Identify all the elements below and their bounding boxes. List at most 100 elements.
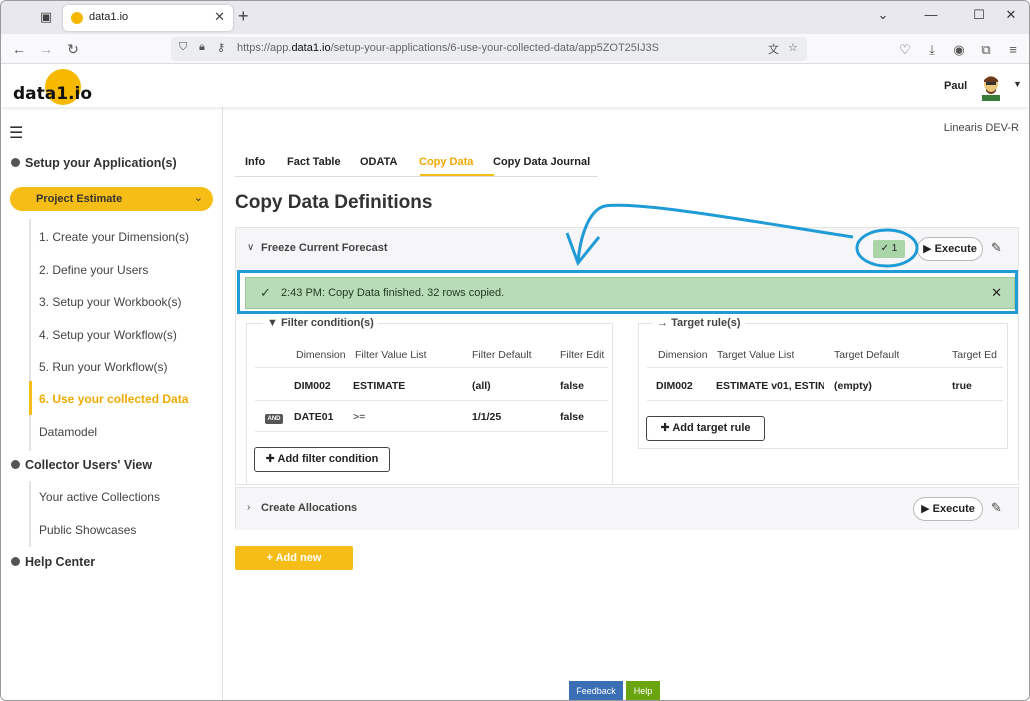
- play-icon: ▶: [923, 243, 932, 255]
- new-tab-icon[interactable]: +: [238, 6, 249, 27]
- bullet-icon: [11, 158, 20, 167]
- pencil-icon[interactable]: ✎: [991, 240, 1002, 256]
- sidebar-section-help[interactable]: Help Center: [11, 555, 95, 569]
- target-cell-default[interactable]: (empty): [834, 380, 872, 392]
- filter-cell-value-list[interactable]: >=: [353, 411, 365, 423]
- divider: [647, 400, 1003, 401]
- sidebar-item-setup-workbooks[interactable]: 3. Setup your Workbook(s): [39, 295, 182, 309]
- filter-cell-dimension[interactable]: DIM002: [294, 380, 331, 392]
- filter-header-default[interactable]: Filter Default: [472, 349, 532, 361]
- filter-conditions-card: ▼ Filter condition(s) Dimension Filter V…: [246, 317, 613, 485]
- project-selector[interactable]: Project Estimate ⌄: [10, 187, 213, 211]
- sidebar-section-collector[interactable]: Collector Users' View: [11, 458, 152, 472]
- plus-icon: ✚: [660, 422, 673, 434]
- pocket-icon[interactable]: ♡: [896, 42, 914, 58]
- tab-bar: Info Fact Table ODATA Copy Data Copy Dat…: [235, 150, 598, 177]
- bookmark-star-icon[interactable]: ☆: [788, 41, 798, 54]
- target-header-value-list[interactable]: Target Value List: [717, 349, 794, 361]
- active-tab-underline: [420, 174, 494, 176]
- tab-fact-table[interactable]: Fact Table: [287, 156, 341, 168]
- sidebar-section-setup[interactable]: Setup your Application(s): [11, 156, 177, 170]
- account-icon[interactable]: ◉: [950, 42, 968, 58]
- filter-cell-edit[interactable]: false: [560, 380, 584, 392]
- target-cell-edit[interactable]: true: [952, 380, 972, 392]
- target-rules-card: → Target rule(s) Dimension Target Value …: [638, 317, 1008, 449]
- chevron-right-icon[interactable]: ›: [247, 502, 250, 513]
- divider: [255, 431, 608, 432]
- download-icon[interactable]: ⤓: [923, 42, 941, 58]
- and-operator-badge[interactable]: AND: [265, 414, 283, 424]
- play-icon: ▶: [921, 503, 930, 515]
- filter-cell-edit[interactable]: false: [560, 411, 584, 423]
- tab-odata[interactable]: ODATA: [360, 156, 397, 168]
- sidebar-item-public-showcases[interactable]: Public Showcases: [39, 523, 136, 537]
- filter-header-dimension[interactable]: Dimension: [296, 349, 350, 361]
- close-tab-icon[interactable]: ✕: [214, 9, 225, 25]
- target-header-default[interactable]: Target Default: [834, 349, 899, 361]
- sidebar-rail: [29, 219, 31, 451]
- user-menu-caret-icon[interactable]: ▼: [1013, 79, 1022, 89]
- filter-cell-default[interactable]: (all): [472, 380, 491, 392]
- sidebar-item-create-dimensions[interactable]: 1. Create your Dimension(s): [39, 230, 189, 244]
- browser-tab-strip: ▣ data1.io ✕ + ⌄ — ☐ ✕: [1, 1, 1029, 34]
- browser-tab[interactable]: data1.io ✕: [63, 5, 233, 31]
- user-name[interactable]: Paul: [944, 80, 967, 92]
- menu-icon[interactable]: ≡: [1004, 42, 1022, 57]
- annotation-highlight-box: [237, 270, 1018, 314]
- sidebar-item-active-collections[interactable]: Your active Collections: [39, 490, 160, 504]
- chevron-down-icon[interactable]: ⌄: [873, 7, 893, 23]
- close-window-icon[interactable]: ✕: [1001, 7, 1021, 23]
- execute-button[interactable]: ▶ Execute: [913, 497, 983, 521]
- target-header-edit[interactable]: Target Ed: [952, 349, 1002, 361]
- chevron-down-icon[interactable]: ∨: [247, 242, 254, 253]
- tab-info[interactable]: Info: [245, 156, 265, 168]
- divider: [255, 367, 608, 368]
- sidebar-item-run-workflows[interactable]: 5. Run your Workflow(s): [39, 360, 167, 374]
- pencil-icon[interactable]: ✎: [991, 500, 1002, 516]
- target-cell-dimension[interactable]: DIM002: [656, 380, 693, 392]
- url-bar[interactable]: ⛉ 🔒︎ ⚷ https://app.data1.io/setup-your-a…: [171, 37, 807, 61]
- tab-copy-data[interactable]: Copy Data: [419, 156, 473, 168]
- filter-cell-dimension[interactable]: DATE01: [294, 411, 333, 423]
- url-text: https://app.data1.io/setup-your-applicat…: [237, 42, 659, 54]
- avatar[interactable]: [976, 71, 1006, 101]
- help-button[interactable]: Help: [626, 681, 660, 700]
- browser-navbar: ← → ↻ ⛉ 🔒︎ ⚷ https://app.data1.io/setup-…: [1, 34, 1029, 64]
- sidebar-item-setup-workflows[interactable]: 4. Setup your Workflow(s): [39, 328, 177, 342]
- reload-icon[interactable]: ↻: [63, 39, 83, 59]
- status-badge[interactable]: ✓ 1: [873, 240, 905, 258]
- target-rules-title: → Target rule(s): [653, 317, 745, 329]
- target-cell-value-list[interactable]: ESTIMATE v01, ESTIN: [716, 380, 824, 392]
- lock-icon[interactable]: 🔒︎: [199, 41, 205, 54]
- translate-icon[interactable]: 文: [768, 41, 779, 57]
- tab-copy-data-journal[interactable]: Copy Data Journal: [493, 156, 590, 168]
- sidebar-item-use-collected-data[interactable]: 6. Use your collected Data: [39, 392, 188, 406]
- back-icon[interactable]: ←: [9, 39, 29, 59]
- feedback-button[interactable]: Feedback: [569, 681, 623, 700]
- filter-header-value-list[interactable]: Filter Value List: [355, 349, 427, 361]
- add-filter-condition-button[interactable]: ✚ Add filter condition: [254, 447, 390, 472]
- hamburger-icon[interactable]: ☰: [9, 123, 23, 143]
- project-label: Project Estimate: [36, 193, 123, 205]
- definition-header[interactable]: › Create Allocations ▶ Execute ✎: [236, 488, 1018, 530]
- extensions-icon[interactable]: ⧉: [977, 42, 995, 58]
- filter-cell-default[interactable]: 1/1/25: [472, 411, 501, 423]
- sidebar-item-define-users[interactable]: 2. Define your Users: [39, 263, 148, 277]
- sidebar-item-datamodel[interactable]: Datamodel: [39, 425, 97, 439]
- filter-cell-value-list[interactable]: ESTIMATE: [353, 380, 405, 392]
- add-new-button[interactable]: + Add new: [235, 546, 353, 570]
- definition-header[interactable]: ∨ Freeze Current Forecast ✓ 1 ▶ Execute …: [236, 228, 1018, 270]
- target-header-dimension[interactable]: Dimension: [658, 349, 712, 361]
- filter-header-edit[interactable]: Filter Edit: [560, 349, 612, 361]
- tab-list-icon[interactable]: ▣: [37, 8, 55, 26]
- minimize-icon[interactable]: —: [921, 7, 941, 22]
- shield-icon[interactable]: ⛉: [179, 41, 187, 54]
- permissions-icon[interactable]: ⚷: [217, 41, 225, 54]
- definition-title: Create Allocations: [261, 502, 358, 514]
- filter-conditions-title: ▼ Filter condition(s): [263, 317, 378, 329]
- maximize-icon[interactable]: ☐: [969, 7, 989, 23]
- logo[interactable]: data1.io: [13, 84, 92, 104]
- add-target-rule-button[interactable]: ✚ Add target rule: [646, 416, 765, 441]
- execute-button[interactable]: ▶ Execute: [917, 237, 983, 261]
- forward-icon[interactable]: →: [36, 39, 56, 59]
